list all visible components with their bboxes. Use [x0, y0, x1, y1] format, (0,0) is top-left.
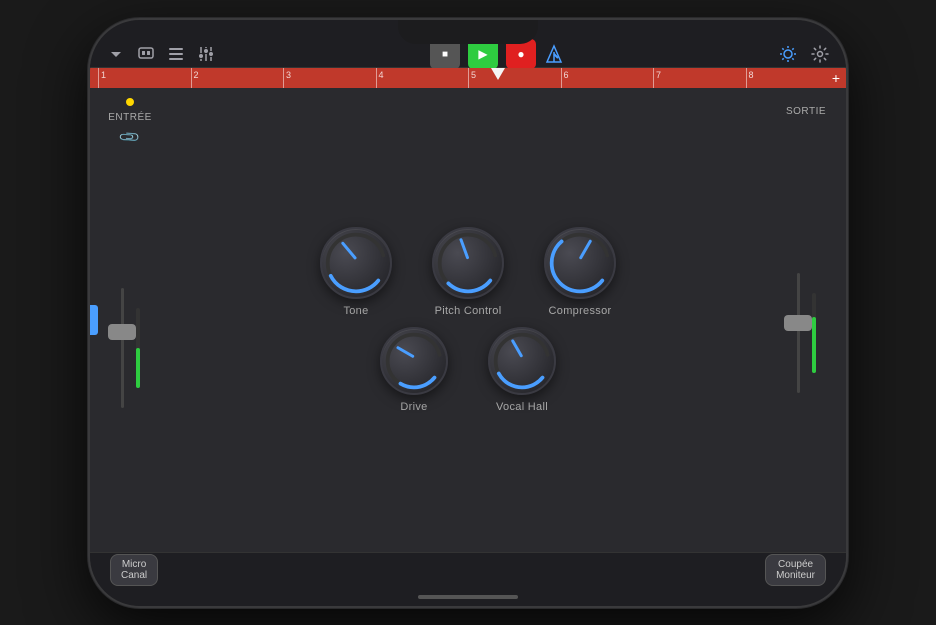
stop-button[interactable]: ■: [430, 39, 460, 69]
loop-icon[interactable]: [136, 44, 156, 64]
pin-icon: 📎: [118, 125, 142, 149]
transport-controls: ■ ▶ ●: [228, 39, 766, 69]
vocal-hall-knob-container: Vocal Hall: [488, 327, 556, 413]
output-fader-thumb[interactable]: [784, 315, 812, 331]
ruler-mark-3: 3: [283, 68, 376, 88]
home-indicator: [90, 588, 846, 606]
mixer-area: ENTRÉE 📎: [90, 88, 846, 552]
monitor-line1: Coupée: [776, 559, 815, 570]
output-label: SORTIE: [786, 106, 826, 117]
output-level-fill: [812, 317, 816, 373]
knobs-row-2: Drive Vocal Hall: [380, 327, 556, 413]
input-label: ENTRÉE: [108, 112, 152, 123]
phone-frame: ■ ▶ ●: [88, 18, 848, 608]
pitch-control-knob-container: Pitch Control: [432, 227, 504, 317]
compressor-knob[interactable]: [544, 227, 616, 299]
tone-knob[interactable]: [320, 227, 392, 299]
ruler-marks: 1 2 3 4 5 6 7 8: [98, 68, 838, 88]
screen: ■ ▶ ●: [90, 20, 846, 606]
output-level-meter: [812, 293, 816, 373]
ruler-mark-7: 7: [653, 68, 746, 88]
input-level-meter: [136, 308, 140, 388]
ruler-mark-2: 2: [191, 68, 284, 88]
ruler-mark-5: 5: [468, 68, 561, 88]
vocal-hall-knob[interactable]: [488, 327, 556, 395]
monitor-button[interactable]: Coupée Moniteur: [765, 554, 826, 586]
track-dropdown-button[interactable]: [106, 44, 126, 64]
compressor-knob-container: Compressor: [544, 227, 616, 317]
notch: [398, 20, 538, 44]
ruler-mark-8: 8: [746, 68, 839, 88]
ruler-mark-6: 6: [561, 68, 654, 88]
tone-label: Tone: [343, 305, 368, 317]
toolbar-left-group: [106, 44, 216, 64]
drive-label: Drive: [400, 401, 427, 413]
side-panel-indicator[interactable]: [90, 305, 98, 335]
pitch-control-label: Pitch Control: [435, 305, 502, 317]
input-fader-group: [121, 283, 140, 413]
playhead[interactable]: [491, 68, 505, 80]
input-fader-thumb[interactable]: [108, 324, 136, 340]
toolbar-right-group: [778, 44, 830, 64]
timeline-ruler[interactable]: 1 2 3 4 5 6 7 8 +: [90, 68, 846, 88]
active-indicator: [126, 98, 134, 106]
input-channel-strip: ENTRÉE 📎: [90, 88, 170, 552]
knobs-row-1: Tone Pitch Control: [320, 227, 616, 317]
tracks-list-icon[interactable]: [166, 44, 186, 64]
compressor-label: Compressor: [549, 305, 612, 317]
input-fader-track[interactable]: [121, 288, 124, 408]
tone-knob-container: Tone: [320, 227, 392, 317]
output-fader-track[interactable]: [797, 273, 800, 393]
input-channel-button[interactable]: Micro Canal: [110, 554, 158, 586]
bottom-bar: Micro Canal Coupée Moniteur: [90, 552, 846, 588]
power-button[interactable]: [846, 180, 848, 250]
drive-knob[interactable]: [380, 327, 448, 395]
home-bar: [418, 595, 518, 599]
play-button[interactable]: ▶: [468, 39, 498, 69]
ruler-mark-4: 4: [376, 68, 469, 88]
mixer-icon[interactable]: [196, 44, 216, 64]
input-level-fill: [136, 348, 140, 388]
smart-controls-button[interactable]: [778, 44, 798, 64]
input-channel-line1: Micro: [121, 559, 147, 570]
output-fader-section: [797, 123, 816, 544]
settings-button[interactable]: [810, 44, 830, 64]
vocal-hall-label: Vocal Hall: [496, 401, 548, 413]
output-fader-group: [797, 268, 816, 398]
drive-knob-container: Drive: [380, 327, 448, 413]
metronome-button[interactable]: [544, 44, 564, 64]
effects-area: Tone Pitch Control: [170, 88, 766, 552]
input-fader-section: [121, 152, 140, 544]
output-channel-strip: SORTIE: [766, 88, 846, 552]
ruler-mark-1: 1: [98, 68, 191, 88]
monitor-line2: Moniteur: [776, 570, 815, 581]
input-channel-line2: Canal: [121, 570, 147, 581]
record-button[interactable]: ●: [506, 39, 536, 69]
pitch-control-knob[interactable]: [432, 227, 504, 299]
add-track-button[interactable]: +: [832, 70, 840, 86]
